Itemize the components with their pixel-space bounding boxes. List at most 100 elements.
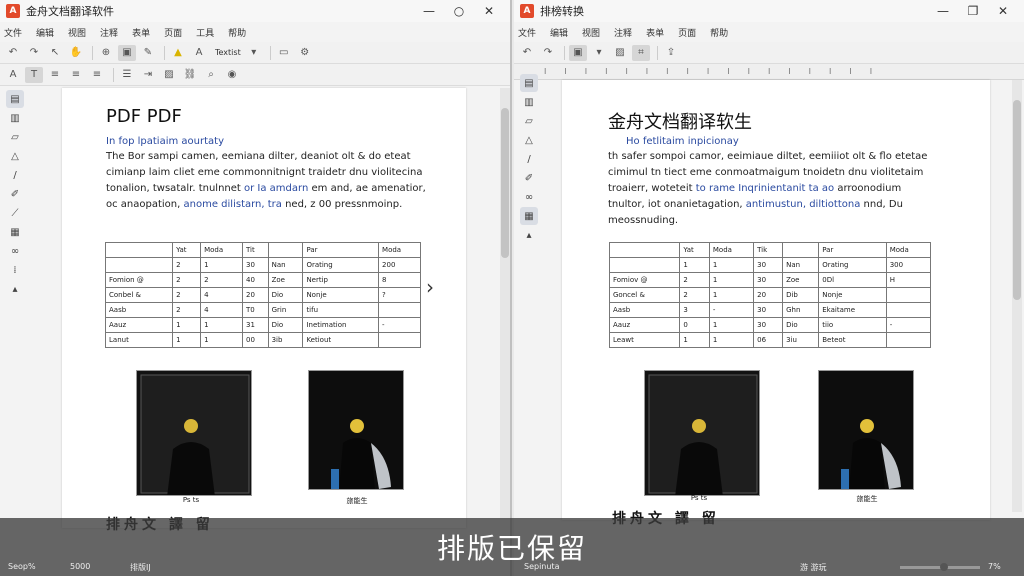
vertical-scrollbar[interactable]: [500, 88, 510, 520]
pen-icon[interactable]: /: [520, 150, 538, 168]
link-icon[interactable]: ∞: [520, 188, 538, 206]
select-icon[interactable]: ▣: [118, 44, 136, 61]
link-icon[interactable]: ∞: [6, 242, 24, 260]
menu-item[interactable]: 工具: [196, 26, 214, 39]
collapse-icon[interactable]: ▴: [6, 280, 24, 298]
next-page-arrow-icon[interactable]: ›: [426, 275, 434, 299]
table-cell: [885, 302, 932, 318]
status-layout: 排版IJ: [130, 563, 151, 572]
minimize-button[interactable]: —: [414, 4, 444, 18]
table-cell: 1: [200, 332, 243, 348]
comment-icon[interactable]: ▱: [520, 112, 538, 130]
settings-icon[interactable]: ⚙: [296, 45, 314, 61]
close-button[interactable]: ✕: [988, 4, 1018, 18]
line-icon[interactable]: ⟋: [6, 204, 24, 222]
stamp-icon[interactable]: ◉: [223, 67, 241, 83]
bookmark-icon[interactable]: ▥: [520, 93, 538, 111]
zoom-slider-knob[interactable]: [940, 563, 948, 571]
font-size-icon[interactable]: A: [4, 67, 22, 83]
thumbnail-icon[interactable]: ▤: [6, 90, 24, 108]
format-toolbar: A T ≡ ≡ ≡ ☰ ⇥ ▨ ⛓ ⌕ ◉: [0, 64, 510, 86]
crop-icon[interactable]: ⌗: [632, 44, 650, 61]
align-right-icon[interactable]: ≡: [88, 67, 106, 83]
vertical-scrollbar[interactable]: [1012, 80, 1022, 512]
list-icon[interactable]: ☰: [118, 67, 136, 83]
page-icon[interactable]: ▭: [275, 45, 293, 61]
indent-icon[interactable]: ⇥: [139, 67, 157, 83]
close-button[interactable]: ✕: [474, 4, 504, 18]
redo-icon[interactable]: ↷: [25, 45, 43, 61]
shape-icon[interactable]: △: [520, 131, 538, 149]
table-cell: 2: [172, 302, 202, 318]
table-row: Conbel & 2 4 20 Dio Nonje?: [104, 287, 421, 303]
menu-item[interactable]: 文件: [518, 26, 536, 39]
bookmark-icon[interactable]: ▥: [6, 109, 24, 127]
grid-icon[interactable]: ⁞: [6, 261, 24, 279]
thumbnail-icon[interactable]: ▤: [520, 74, 538, 92]
person-photo-image: [819, 371, 913, 489]
collapse-icon[interactable]: ▴: [520, 226, 538, 244]
menu-item[interactable]: 页面: [164, 26, 182, 39]
hand-icon[interactable]: ✋: [67, 45, 85, 61]
shape-icon[interactable]: △: [6, 147, 24, 165]
menu-item[interactable]: 帮助: [228, 26, 246, 39]
table-cell: Nertip: [302, 272, 380, 288]
align-center-icon[interactable]: ≡: [67, 67, 85, 83]
menu-item[interactable]: 帮助: [710, 26, 728, 39]
table-cell: 3iu: [782, 332, 820, 348]
menu-item[interactable]: 视图: [68, 26, 86, 39]
menu-item[interactable]: 注释: [100, 26, 118, 39]
link-icon[interactable]: ⛓: [181, 67, 199, 83]
image-icon[interactable]: ▨: [160, 67, 178, 83]
maximize-button[interactable]: ○: [444, 4, 474, 18]
image-icon[interactable]: ▦: [520, 207, 538, 225]
menu-bar: 文件 编辑 视图 注释 表单 页面 帮助: [514, 22, 1024, 42]
brush-icon[interactable]: ✐: [6, 185, 24, 203]
scrollbar-thumb[interactable]: [1013, 100, 1021, 300]
comment-icon[interactable]: ▱: [6, 128, 24, 146]
table-cell: [885, 287, 932, 303]
table-cell: Tik: [753, 242, 784, 258]
highlight-icon[interactable]: ▲: [169, 45, 187, 61]
subtitle-text: 排版已保留: [436, 532, 587, 565]
image-icon[interactable]: ▨: [611, 45, 629, 61]
brush-icon[interactable]: ✐: [520, 169, 538, 187]
table-cell: Moda: [378, 242, 421, 258]
text-tool-icon[interactable]: T: [25, 66, 43, 83]
cursor-icon[interactable]: ↖: [46, 45, 64, 61]
menu-item[interactable]: 文件: [4, 26, 22, 39]
zoom-icon[interactable]: ⊕: [97, 45, 115, 61]
menu-item[interactable]: 页面: [678, 26, 696, 39]
menu-item[interactable]: 注释: [614, 26, 632, 39]
menu-item[interactable]: 表单: [646, 26, 664, 39]
chevron-down-icon[interactable]: ▾: [590, 45, 608, 61]
menu-item[interactable]: 表单: [132, 26, 150, 39]
figure-caption: 旅能生: [346, 497, 368, 505]
font-select[interactable]: Textist: [215, 48, 241, 57]
share-icon[interactable]: ⇪: [662, 45, 680, 61]
text-color-icon[interactable]: A: [190, 45, 208, 61]
search-icon[interactable]: ⌕: [202, 67, 220, 83]
table-cell: Inetimation: [302, 317, 380, 333]
chevron-down-icon[interactable]: ▾: [245, 45, 263, 61]
table-cell: Zoe: [267, 272, 304, 288]
undo-icon[interactable]: ↶: [518, 45, 536, 61]
maximize-button[interactable]: ❐: [958, 4, 988, 18]
align-left-icon[interactable]: ≡: [46, 67, 64, 83]
table-cell: 00: [241, 332, 269, 348]
menu-item[interactable]: 编辑: [36, 26, 54, 39]
minimize-button[interactable]: —: [928, 4, 958, 18]
table-row: Aasb 3-30 Ghn Ekaitame: [608, 302, 932, 318]
table-row: Aasb 2 4 T0 Grin tifu: [104, 302, 421, 318]
undo-icon[interactable]: ↶: [4, 45, 22, 61]
menu-item[interactable]: 编辑: [550, 26, 568, 39]
select-icon[interactable]: ▣: [569, 44, 587, 61]
menu-item[interactable]: 视图: [582, 26, 600, 39]
pen-icon[interactable]: /: [6, 166, 24, 184]
redo-icon[interactable]: ↷: [539, 45, 557, 61]
table-cell: [267, 242, 304, 258]
scrollbar-thumb[interactable]: [501, 108, 509, 258]
image-icon[interactable]: ▦: [6, 223, 24, 241]
pen-icon[interactable]: ✎: [139, 45, 157, 61]
table-cell: 20: [241, 287, 269, 303]
